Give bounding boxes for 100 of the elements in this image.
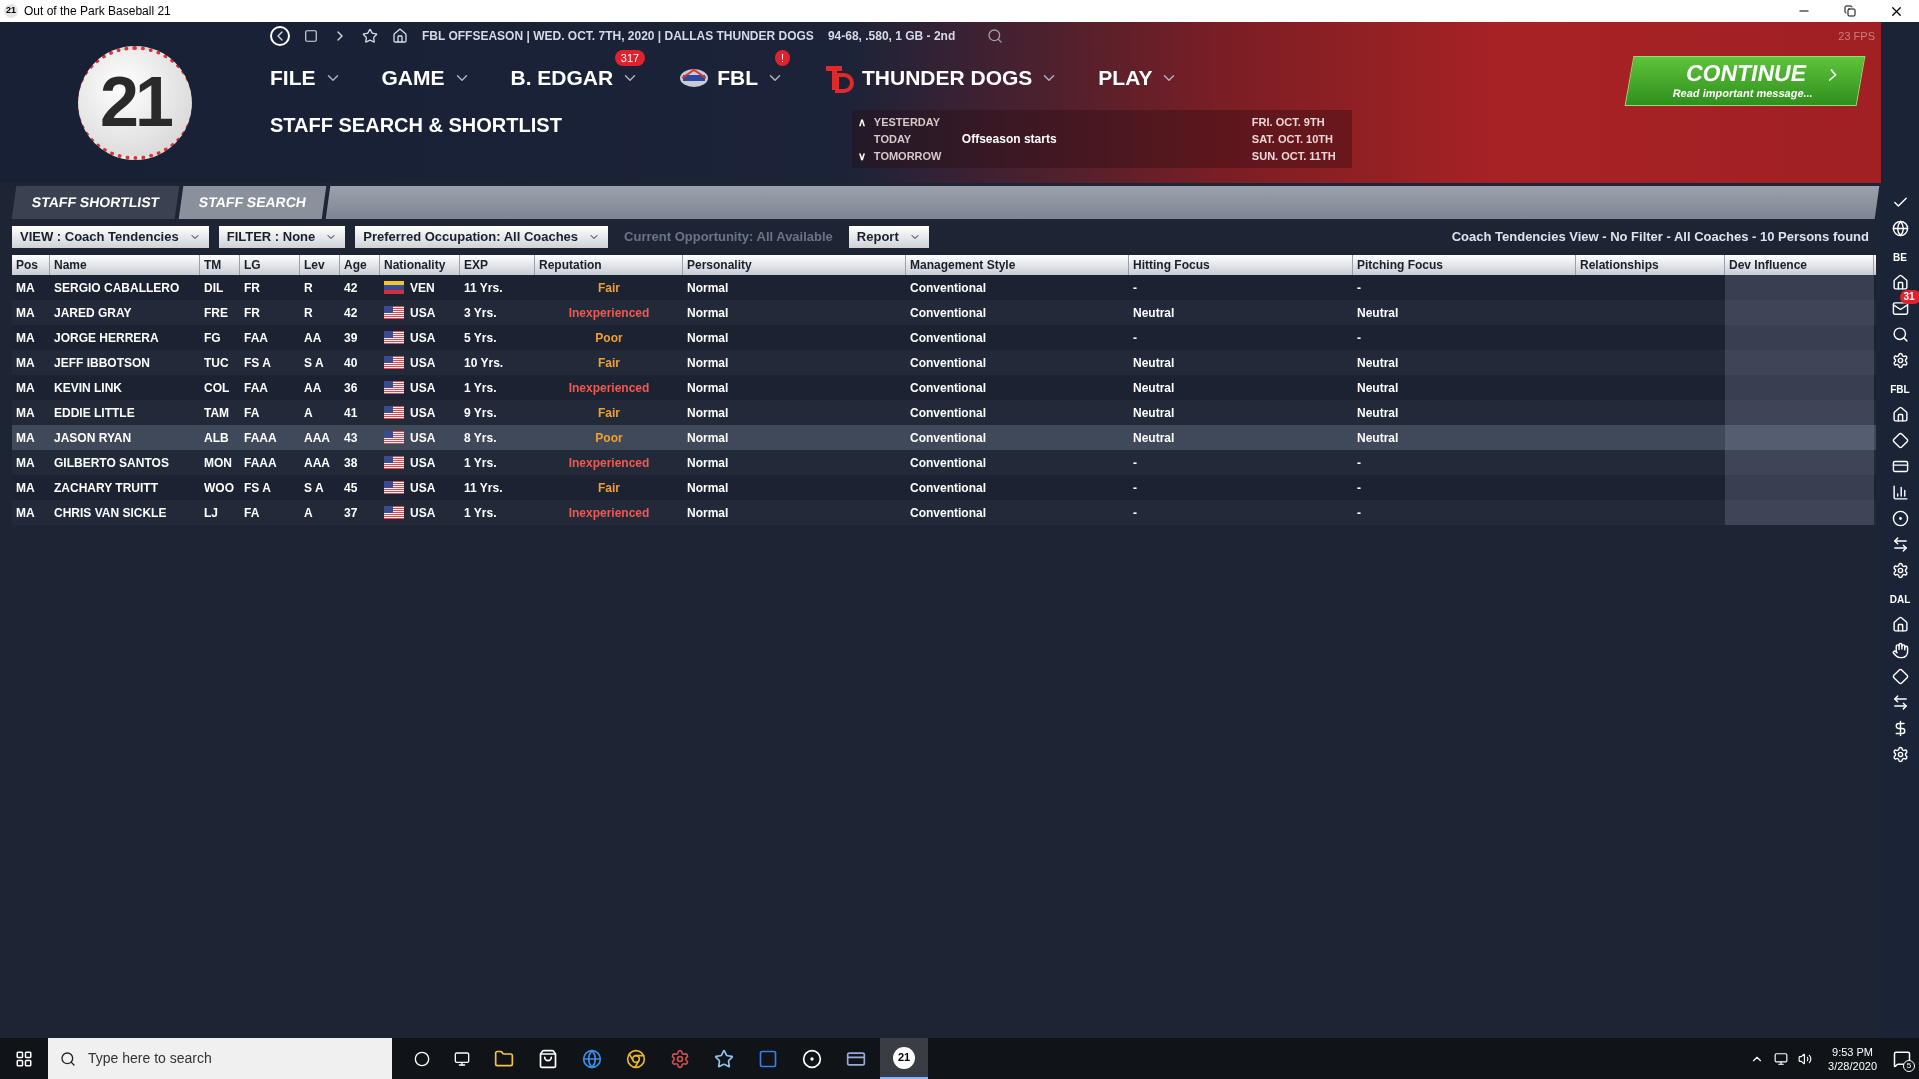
table-cell-text: Normal	[686, 304, 730, 322]
home-icon[interactable]	[392, 28, 408, 44]
table-cell-text: 42	[343, 279, 359, 297]
table-cell-text: Normal	[686, 329, 730, 347]
table-cell-text: 39	[343, 329, 359, 347]
tab[interactable]: STAFF SHORTLIST	[11, 186, 180, 219]
reputation-text: Poor	[595, 429, 623, 447]
trade-icon[interactable]	[1891, 694, 1909, 711]
table-cell-text: USA	[410, 479, 436, 497]
table-cell-text: 10 Yrs.	[463, 354, 505, 372]
section-label: DAL	[1889, 593, 1911, 607]
table-cell-text: USA	[410, 329, 436, 347]
dropdown[interactable]: VIEW : Coach Tendencies	[12, 226, 209, 248]
calendar-date: SAT. OCT. 10TH	[1251, 131, 1334, 147]
page-title: STAFF SEARCH & SHORTLIST	[270, 113, 562, 138]
table-cell-text: S A	[303, 354, 325, 372]
table-cell-text: A	[303, 404, 314, 422]
table-cell-text: Neutral	[1132, 379, 1176, 397]
table-cell-text: COL	[203, 379, 231, 397]
table-cell-text: 42	[343, 304, 359, 322]
dropdown[interactable]: Report	[848, 226, 929, 248]
table-cell-text: -	[1356, 279, 1362, 297]
search-box[interactable]: Type here to search	[48, 1038, 392, 1079]
settings-icon[interactable]	[1891, 562, 1909, 579]
table-cell-text: 37	[343, 504, 359, 522]
network-icon[interactable]	[1774, 1051, 1789, 1066]
dropdown[interactable]: Preferred Occupation: All Coaches	[355, 226, 609, 248]
calendar-day: YESTERDAY	[873, 113, 941, 131]
browser-icon[interactable]	[582, 1048, 602, 1069]
table-cell-text: 38	[343, 454, 359, 472]
diamond-icon[interactable]	[1891, 432, 1909, 449]
volume-icon[interactable]	[1798, 1051, 1813, 1066]
table-cell-text: Conventional	[909, 279, 987, 297]
continue-button[interactable]: CONTINUE Read important message...	[1624, 56, 1866, 106]
mail-icon[interactable]	[1891, 300, 1909, 317]
table-cell-text: Neutral	[1132, 304, 1176, 322]
reputation-text: Fair	[598, 354, 620, 372]
table-row[interactable]: MA JEFF IBBOTSON TUC FS A S A 40 USA 10 Yrs. Fair Normal Conventional Neutral Neutral	[12, 350, 1876, 375]
trade-icon[interactable]	[1891, 536, 1909, 553]
search-icon[interactable]	[1891, 326, 1909, 343]
table-cell-text: Conventional	[909, 504, 987, 522]
table-cell-text: MA	[15, 329, 36, 347]
table-cell-text: LJ	[203, 504, 219, 522]
table-cell-text: MA	[15, 304, 36, 322]
chrome-icon[interactable]	[626, 1048, 646, 1069]
notification-badge: 31	[1899, 290, 1919, 304]
search-input[interactable]: Type here to search	[88, 1048, 380, 1069]
clock-time: 9:53 PM	[1832, 1044, 1873, 1059]
settings-icon[interactable]	[1891, 746, 1909, 763]
table-cell-text: 41	[343, 404, 359, 422]
star-icon[interactable]	[362, 28, 378, 44]
table-cell-text: A	[303, 504, 314, 522]
dropdown[interactable]: FILTER : None	[218, 226, 346, 248]
table-cell-text: FAAA	[243, 429, 278, 447]
results-summary: Coach Tendencies View - No Filter - All Coaches - 10 Persons found	[1451, 228, 1869, 247]
table-cell-text: USA	[410, 379, 436, 397]
calendar-arrow[interactable]: ∨	[857, 147, 868, 165]
table-cell-text: Conventional	[909, 404, 987, 422]
notifications-icon[interactable]	[1893, 1049, 1911, 1068]
table-cell-text: MA	[15, 504, 36, 522]
table-cell-text: -	[1132, 479, 1138, 497]
table-row[interactable]: MA JARED GRAY FRE FR R 42 USA 3 Yrs. Inexperienced Normal Conventional Neutral Neutral	[12, 300, 1876, 325]
store-icon[interactable]	[538, 1048, 558, 1069]
table-cell-text: DIL	[203, 279, 225, 297]
window-title: Out of the Park Baseball 21	[24, 3, 171, 20]
table-cell-text: Neutral	[1356, 354, 1400, 372]
menu-button[interactable]: FILE	[270, 62, 342, 94]
table-cell-text: AA	[303, 329, 323, 347]
table-row[interactable]: MA JASON RYAN ALB FAAA AAA 43 USA 8 Yrs. Poor Normal Conventional Neutral Neutral	[12, 425, 1876, 450]
table-cell-text: 1 Yrs.	[463, 379, 498, 397]
table-row[interactable]: MA EDDIE LITTLE TAM FA A 41 USA 9 Yrs. Fair Normal Conventional Neutral Neutral	[12, 400, 1876, 425]
table-row[interactable]: MA CHRIS VAN SICKLE LJ FA A 37 USA 1 Yrs. Inexperienced Normal Conventional - -	[12, 500, 1876, 525]
table-cell-text: FRE	[203, 304, 229, 322]
table-cell-text: Normal	[686, 404, 730, 422]
folder-icon[interactable]	[494, 1048, 514, 1069]
notification-badge: !	[774, 50, 790, 67]
table-row[interactable]: MA GILBERTO SANTOS MON FAAA AAA 38 USA 1 Yrs. Inexperienced Normal Conventional - -	[12, 450, 1876, 475]
game-logo: 21	[78, 45, 192, 160]
start-icon[interactable]	[15, 1049, 33, 1068]
table-cell-text: MA	[15, 379, 36, 397]
table-cell-text: USA	[410, 504, 436, 522]
gear-icon[interactable]	[670, 1048, 690, 1069]
table-cell-text: -	[1356, 479, 1362, 497]
settings-icon[interactable]	[1891, 352, 1909, 369]
bar-chart-icon[interactable]	[1891, 484, 1909, 501]
table-cell-text: SERGIO CABALLERO	[53, 279, 181, 297]
card-icon[interactable]	[1891, 458, 1909, 475]
menu-button[interactable]: GAME	[381, 62, 471, 94]
menu-button[interactable]: PLAY	[1098, 62, 1179, 94]
taskbar-app[interactable]: 21	[880, 1038, 928, 1079]
table-cell-text: FS A	[243, 354, 272, 372]
status-text: FBL OFFSEASON | WED. OCT. 7TH, 2020 | DALLAS THUNDER DOGS	[422, 28, 814, 45]
menu-button[interactable]: THUNDER DOGS	[824, 62, 1059, 94]
globe-icon[interactable]	[1891, 220, 1909, 237]
calendar-arrow[interactable]: ∧	[857, 113, 868, 131]
reputation-text: Inexperienced	[568, 504, 650, 522]
diamond-icon[interactable]	[1891, 668, 1909, 685]
table-cell-text: 43	[343, 429, 359, 447]
back-icon[interactable]	[270, 26, 290, 46]
table-cell-text: FG	[203, 329, 222, 347]
